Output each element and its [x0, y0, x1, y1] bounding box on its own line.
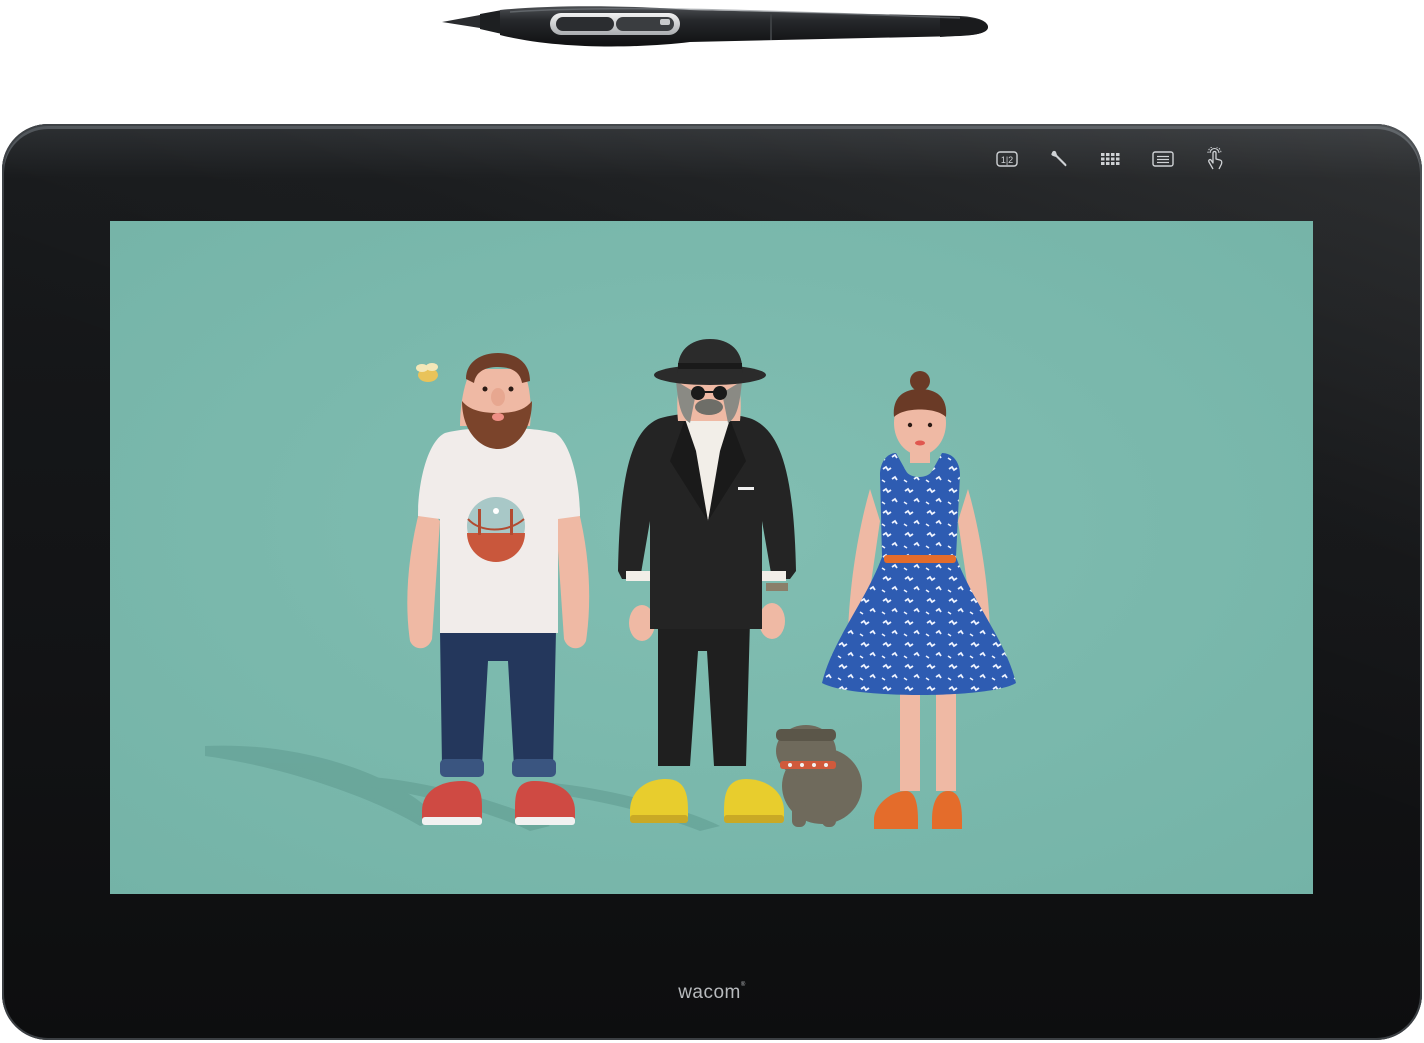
wacom-logo: wacom®	[678, 982, 746, 1003]
wrench-icon[interactable]	[1048, 148, 1070, 170]
menu-icon[interactable]	[1152, 148, 1174, 170]
display-toggle-label: 1|2	[1001, 155, 1013, 165]
display-toggle-icon[interactable]: 1|2	[996, 148, 1018, 170]
pen-display-tablet: 1|2 wacom®	[2, 124, 1422, 1040]
screen-illustration	[110, 221, 1313, 894]
pen-stylus-icon	[440, 2, 992, 52]
wacom-logo-text: wacom	[678, 982, 741, 1003]
touch-icon[interactable]	[1204, 147, 1226, 170]
express-keys: 1|2	[996, 146, 1236, 172]
display-screen[interactable]	[110, 221, 1313, 894]
product-photo: 1|2 wacom®	[0, 0, 1424, 1043]
keyboard-icon[interactable]	[1100, 148, 1122, 170]
